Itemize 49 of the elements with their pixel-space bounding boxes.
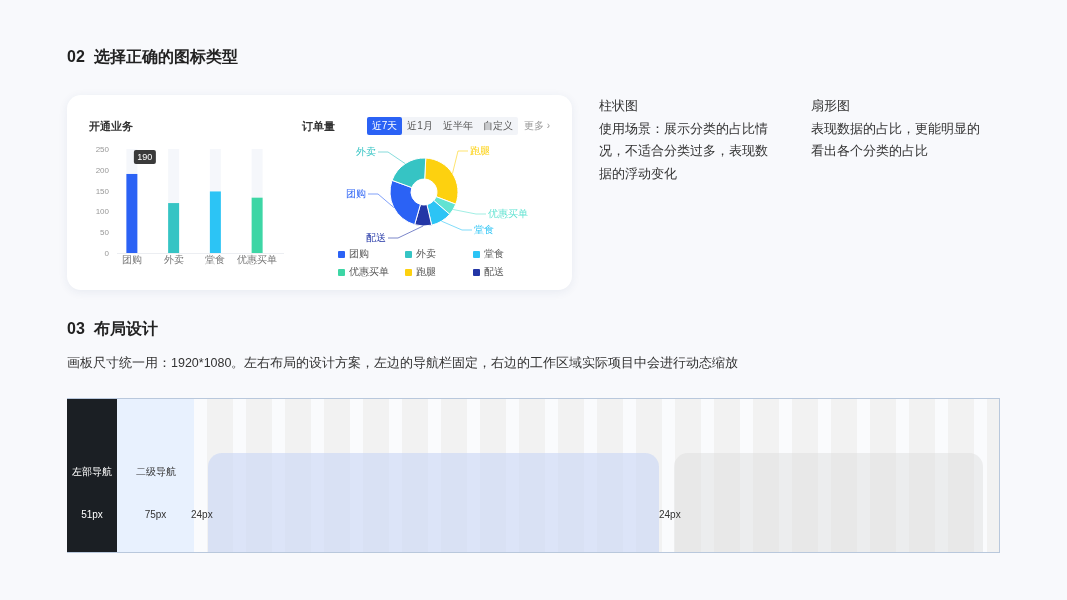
- leader-line: [452, 209, 487, 215]
- chart-type-title: 柱状图: [599, 97, 639, 115]
- axis-category-label: 优惠买单: [237, 254, 278, 265]
- range-tab[interactable]: 近半年: [437, 117, 478, 135]
- width-label: 75px: [144, 508, 167, 522]
- range-tab[interactable]: 近1月: [402, 117, 438, 135]
- layout-description: 画板尺寸统一用：1920*1080。左右布局的设计方案，左边的导航栏固定，右边的工作区域实际项目中会进行动态缩放: [67, 355, 740, 372]
- axis-tick-label: 150: [95, 186, 109, 196]
- leader-line: [377, 151, 406, 164]
- axis-category-label: 团购: [121, 254, 142, 265]
- leader-line: [452, 150, 469, 174]
- legend-label: 团购: [349, 247, 369, 261]
- width-label: 51px: [81, 508, 103, 522]
- slice-label: 团购: [346, 188, 366, 199]
- legend-label: 跑腿: [416, 265, 437, 279]
- chart-type-description: 表现数据的占比，更能明显的看出各个分类的占比: [811, 119, 981, 160]
- section-title: 03 布局设计: [67, 319, 159, 339]
- axis-tick-label: 200: [95, 165, 109, 175]
- leader-line: [441, 220, 473, 231]
- axis-tick-label: 0: [104, 249, 109, 258]
- axis-tick-label: 50: [100, 228, 109, 238]
- axis-category-label: 外卖: [163, 254, 184, 265]
- nav-label: 左部导航: [72, 465, 112, 479]
- slice-label: 优惠买单: [488, 208, 528, 219]
- legend-label: 堂食: [483, 247, 504, 261]
- range-tab[interactable]: 自定义: [477, 117, 518, 135]
- section-title: 02 选择正确的图标类型: [67, 47, 239, 67]
- legend-label: 外卖: [416, 247, 437, 261]
- gutter-label: 24px: [659, 508, 681, 522]
- tooltip: 190: [133, 149, 156, 164]
- slice-label: 配送: [366, 232, 386, 243]
- panel-title: 开通业务: [89, 119, 133, 134]
- slice-label: 堂食: [474, 224, 494, 235]
- chart-type-description: 使用场景：展示分类的占比情况，不适合分类过多，表现数据的浮动变化: [599, 119, 769, 183]
- range-tab[interactable]: 近7天: [366, 117, 403, 135]
- gutter-label: 24px: [191, 508, 213, 522]
- legend-label: 优惠买单: [349, 265, 389, 279]
- donut-chart-drawing: [389, 157, 459, 227]
- chart-type-title: 扇形图: [811, 97, 851, 115]
- slice-label: 外卖: [356, 146, 376, 157]
- legend-label: 配送: [483, 265, 504, 279]
- axis-category-label: 堂食: [205, 254, 226, 265]
- leader-line: [387, 225, 424, 239]
- axis-tick-label: 250: [95, 145, 109, 154]
- panel-title: 订单量: [302, 118, 335, 134]
- axis-tick-label: 100: [95, 207, 109, 217]
- slice-label: 跑腿: [470, 145, 490, 156]
- nav-label: 二级导航: [135, 465, 176, 479]
- leader-line: [367, 193, 394, 208]
